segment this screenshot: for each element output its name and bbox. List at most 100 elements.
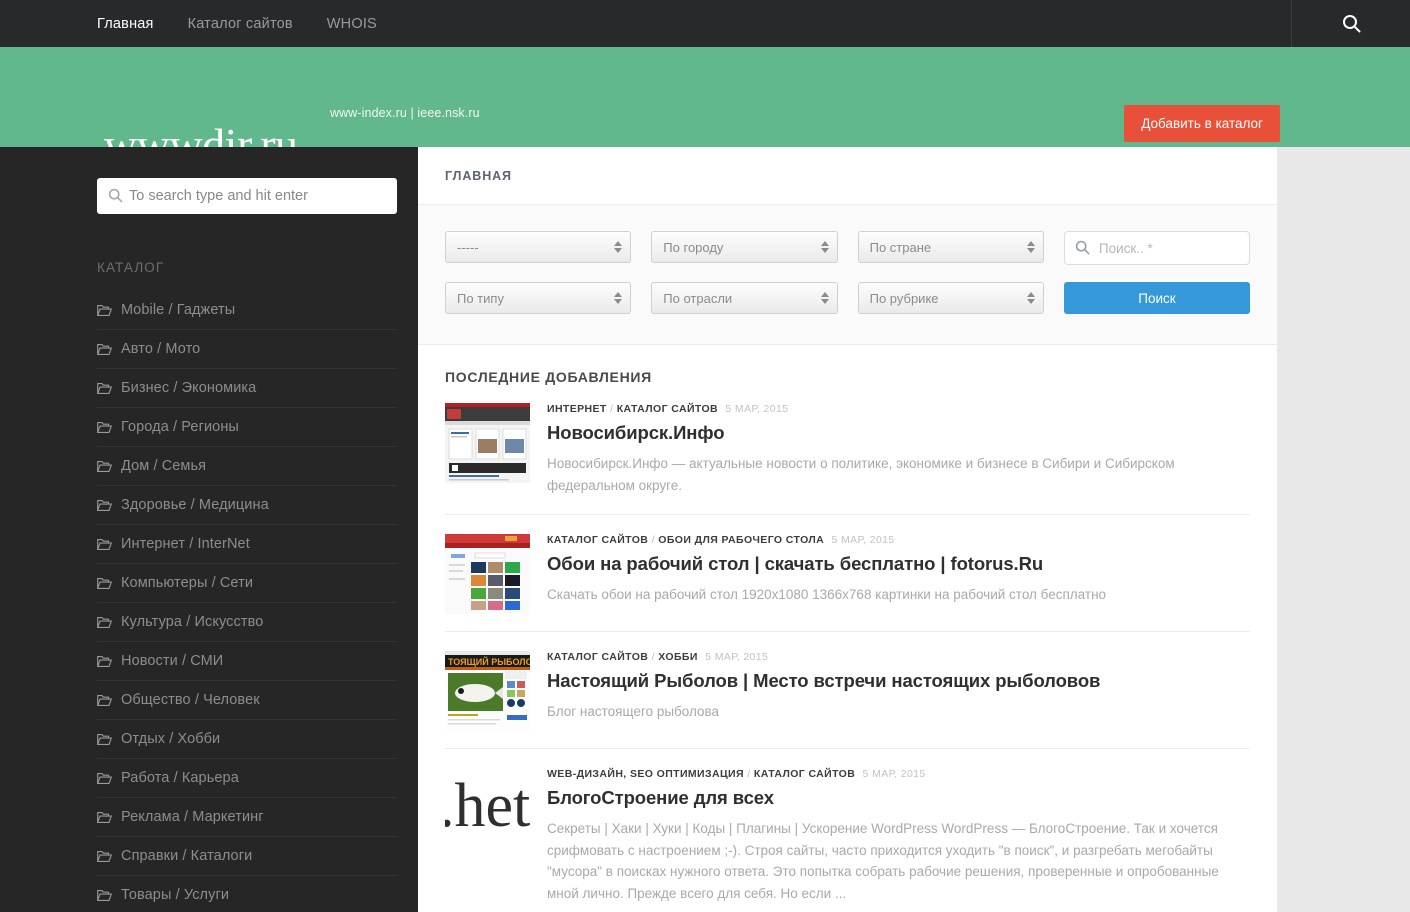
select-city-value: По городу (663, 239, 724, 255)
breadcrumb: ГЛАВНАЯ (445, 168, 512, 183)
sidebar-item-label: Интернет / InterNet (121, 536, 250, 552)
banner-sublinks: www-index.ru | ieee.nsk.ru (330, 106, 480, 120)
folder-icon (96, 304, 113, 317)
folder-icon (96, 772, 113, 785)
catalog-list: Mobile / Гаджеты Авто / Мото Бизнес / Эк… (96, 291, 396, 912)
sidebar-item-internet[interactable]: Интернет / InterNet (96, 525, 396, 564)
post-date: 5 МАР, 2015 (831, 533, 895, 546)
sidebar-item-label: Отдых / Хобби (121, 731, 221, 747)
nav-item-home-label: Главная (97, 15, 154, 32)
post-meta-separator: / (651, 650, 655, 663)
search-icon (108, 188, 123, 208)
sidebar-item-label: Здоровье / Медицина (121, 497, 269, 513)
post-thumbnail[interactable] (445, 533, 530, 614)
nav-item-whois[interactable]: WHOIS (310, 0, 394, 47)
select-type[interactable]: По типу (445, 282, 632, 314)
search-button[interactable]: Поиск (1063, 282, 1251, 314)
post-subcategory[interactable]: ХОББИ (658, 651, 698, 663)
folder-icon (96, 655, 113, 668)
post-subcategory[interactable]: КАТАЛОГ САЙТОВ (617, 403, 718, 415)
post-subcategory[interactable]: КАТАЛОГ САЙТОВ (754, 768, 855, 780)
sidebar-item-society[interactable]: Общество / Человек (96, 681, 396, 720)
post-description: Скачать обои на рабочий стол 1920x1080 1… (547, 586, 1107, 602)
sidebar-item-business[interactable]: Бизнес / Экономика (96, 369, 396, 408)
folder-icon (96, 421, 113, 434)
section-title: ПОСЛЕДНИЕ ДОБАВЛЕНИЯ (445, 369, 652, 385)
sidebar-item-home-family[interactable]: Дом / Семья (96, 447, 396, 486)
select-country[interactable]: По стране (857, 231, 1044, 263)
post-subcategory[interactable]: ОБОИ ДЛЯ РАБОЧЕГО СТОЛА (658, 534, 824, 546)
sidebar-item-references[interactable]: Справки / Каталоги (96, 837, 396, 876)
sidebar-item-work[interactable]: Работа / Карьера (96, 759, 396, 798)
folder-icon (96, 499, 113, 512)
folder-icon (96, 343, 113, 356)
sidebar-item-culture[interactable]: Культура / Искусство (96, 603, 396, 642)
query-field-wrapper (1063, 231, 1251, 265)
post-meta: КАТАЛОГ САЙТОВ / ОБОИ ДЛЯ РАБОЧЕГО СТОЛА… (547, 534, 1250, 546)
folder-icon (96, 538, 113, 551)
sidebar-item-label: Компьютеры / Сети (121, 575, 254, 591)
sidebar-item-computers[interactable]: Компьютеры / Сети (96, 564, 396, 603)
sidebar-item-label: Mobile / Гаджеты (121, 302, 236, 318)
nav-item-whois-label: WHOIS (326, 15, 377, 32)
list-item[interactable]: ИНТЕРНЕТ / КАТАЛОГ САЙТОВ 5 МАР, 2015 Но… (445, 403, 1250, 515)
list-item[interactable]: .het WEB-ДИЗАЙН, SEO ОПТИМИЗАЦИЯ / КАТАЛ… (445, 760, 1250, 912)
post-title[interactable]: БлогоСтроение для всех (547, 787, 1250, 809)
post-category[interactable]: WEB-ДИЗАЙН, SEO ОПТИМИЗАЦИЯ (547, 768, 744, 780)
select-rubric[interactable]: По рубрике (857, 282, 1044, 314)
folder-icon (96, 616, 113, 629)
sidebar-item-cities[interactable]: Города / Регионы (96, 408, 396, 447)
filter-row-2: По типу По отрасли По рубрике Поиск (445, 282, 1251, 314)
post-category[interactable]: КАТАЛОГ САЙТОВ (547, 651, 648, 663)
chevron-updown-icon (820, 241, 829, 253)
post-body: ИНТЕРНЕТ / КАТАЛОГ САЙТОВ 5 МАР, 2015 Но… (547, 403, 1250, 497)
topbar-search-toggle[interactable] (1291, 0, 1410, 47)
search-input[interactable] (97, 178, 397, 214)
right-page-margin (1277, 147, 1410, 912)
sidebar-item-advertising[interactable]: Реклама / Маркетинг (96, 798, 396, 837)
filter-panel: ----- По городу По стране Поиск.. * По т… (418, 205, 1277, 345)
folder-icon (96, 382, 113, 395)
post-meta: КАТАЛОГ САЙТОВ / ХОББИ 5 МАР, 2015 (547, 651, 1250, 663)
sidebar-item-label: Реклама / Маркетинг (121, 809, 264, 825)
list-item[interactable]: ТОЯЩИЙ РЫБОЛОВ КАТАЛОГ САЙТОВ / ХОББИ 5 … (445, 643, 1250, 749)
nav-item-catalog[interactable]: Каталог сайтов (171, 0, 310, 47)
svg-text:.het: .het (445, 772, 530, 840)
main-nav: Главная Каталог сайтов WHOIS (80, 0, 394, 47)
sidebar-item-mobile[interactable]: Mobile / Гаджеты (96, 291, 396, 330)
select-type-value: По типу (457, 290, 504, 306)
select-industry[interactable]: По отрасли (651, 282, 838, 314)
post-title[interactable]: Обои на рабочий стол | скачать бесплатно… (547, 553, 1250, 575)
sidebar-item-health[interactable]: Здоровье / Медицина (96, 486, 396, 525)
post-category[interactable]: КАТАЛОГ САЙТОВ (547, 534, 648, 546)
post-category[interactable]: ИНТЕРНЕТ (547, 403, 607, 415)
list-item[interactable]: КАТАЛОГ САЙТОВ / ОБОИ ДЛЯ РАБОЧЕГО СТОЛА… (445, 526, 1250, 632)
nav-item-home[interactable]: Главная (80, 0, 171, 47)
latest-additions-section: ПОСЛЕДНИЕ ДОБАВЛЕНИЯ ИНТЕРНЕТ / КАТАЛОГ … (418, 345, 1277, 912)
select-default[interactable]: ----- (445, 231, 632, 263)
breadcrumb-bar: ГЛАВНАЯ (418, 147, 1277, 205)
select-city[interactable]: По городу (651, 231, 838, 263)
post-title[interactable]: Настоящий Рыболов | Место встречи настоя… (547, 670, 1250, 692)
sidebar-section-title: КАТАЛОГ (97, 260, 165, 275)
filter-row-1: ----- По городу По стране (445, 231, 1251, 265)
sidebar-item-goods[interactable]: Товары / Услуги (96, 876, 396, 912)
post-date: 5 МАР, 2015 (725, 403, 789, 415)
sidebar-item-leisure[interactable]: Отдых / Хобби (96, 720, 396, 759)
sidebar-item-label: Товары / Услуги (121, 887, 230, 903)
sidebar-item-auto[interactable]: Авто / Мото (96, 330, 396, 369)
post-title[interactable]: Новосибирск.Инфо (547, 422, 1250, 444)
nav-item-catalog-label: Каталог сайтов (187, 15, 293, 32)
post-thumbnail[interactable]: ТОЯЩИЙ РЫБОЛОВ (445, 650, 530, 731)
post-thumbnail[interactable]: .het (445, 767, 530, 848)
folder-icon (96, 460, 113, 473)
query-input[interactable] (1063, 231, 1251, 265)
post-description: Блог настоящего рыболова (547, 703, 720, 719)
post-thumbnail[interactable] (445, 403, 530, 483)
sidebar-item-label: Работа / Карьера (121, 770, 239, 786)
sidebar-item-news[interactable]: Новости / СМИ (96, 642, 396, 681)
add-to-catalog-button[interactable]: Добавить в каталог (1124, 105, 1280, 142)
folder-icon (96, 577, 113, 590)
select-country-value: По стране (869, 239, 932, 255)
sidebar-item-label: Города / Регионы (121, 419, 239, 435)
